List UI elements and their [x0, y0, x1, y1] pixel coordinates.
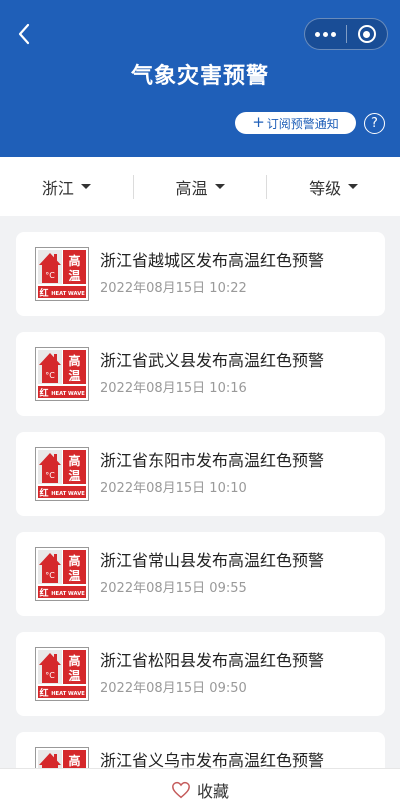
svg-text:°C: °C — [45, 371, 55, 380]
filter-type[interactable]: 高温 — [134, 157, 267, 216]
header-bar: 气象灾害预警 + 订阅预警通知 ? — [0, 0, 400, 157]
filter-level[interactable]: 等级 — [267, 157, 400, 216]
target-circle-icon — [357, 25, 376, 43]
svg-text:红: 红 — [39, 287, 48, 299]
alert-title: 浙江省东阳市发布高温红色预警 — [100, 451, 325, 470]
svg-text:高: 高 — [68, 553, 80, 568]
favorite-button[interactable]: 收藏 — [197, 778, 229, 802]
alert-title: 浙江省常山县发布高温红色预警 — [100, 551, 325, 570]
svg-text:°C: °C — [45, 471, 55, 480]
question-icon: ? — [371, 116, 378, 131]
help-button[interactable]: ? — [364, 113, 385, 134]
filter-region[interactable]: 浙江 — [0, 157, 133, 216]
svg-text:温: 温 — [68, 569, 80, 583]
svg-text:HEAT WAVE: HEAT WAVE — [51, 691, 85, 697]
chevron-left-icon — [18, 23, 30, 45]
svg-text:°C: °C — [45, 671, 55, 680]
plus-icon: + — [252, 113, 265, 131]
svg-text:红: 红 — [39, 387, 48, 399]
filter-region-label: 浙江 — [41, 178, 74, 198]
heat-wave-red-warning-icon: °C 高 温 红 HEAT WAVE — [35, 547, 89, 601]
svg-text:温: 温 — [68, 369, 80, 383]
svg-text:温: 温 — [68, 269, 80, 283]
alert-time: 2022年08月15日 09:55 — [100, 581, 247, 596]
svg-text:高: 高 — [68, 753, 80, 768]
svg-text:高: 高 — [68, 353, 80, 368]
alert-list: °C 高 温 红 HEAT WAVE 浙江省越城区发布高温红色预警 2022年0… — [16, 232, 385, 811]
alert-card[interactable]: °C 高 温 红 HEAT WAVE 浙江省松阳县发布高温红色预警 2022年0… — [16, 632, 385, 716]
svg-text:红: 红 — [39, 687, 48, 699]
alert-time: 2022年08月15日 10:10 — [100, 481, 247, 496]
svg-text:红: 红 — [39, 487, 48, 499]
filter-type-label: 高温 — [175, 178, 208, 198]
heat-wave-red-warning-icon: °C 高 温 红 HEAT WAVE — [35, 347, 89, 401]
svg-text:高: 高 — [68, 453, 80, 468]
svg-text:HEAT WAVE: HEAT WAVE — [51, 591, 85, 597]
page-title: 气象灾害预警 — [130, 64, 269, 89]
svg-text:HEAT WAVE: HEAT WAVE — [51, 291, 85, 297]
miniprogram-capsule — [304, 18, 388, 50]
svg-text:高: 高 — [68, 253, 80, 268]
filter-level-label: 等级 — [309, 178, 342, 198]
svg-text:°C: °C — [45, 571, 55, 580]
heart-icon — [172, 781, 190, 799]
alert-time: 2022年08月15日 09:50 — [100, 681, 247, 696]
svg-text:HEAT WAVE: HEAT WAVE — [51, 391, 85, 397]
alert-time: 2022年08月15日 10:16 — [100, 381, 247, 396]
alert-card[interactable]: °C 高 温 红 HEAT WAVE 浙江省常山县发布高温红色预警 2022年0… — [16, 532, 385, 616]
svg-text:温: 温 — [68, 469, 80, 483]
subscribe-label: 订阅预警通知 — [266, 116, 339, 131]
heat-wave-red-warning-icon: °C 高 温 红 HEAT WAVE — [35, 447, 89, 501]
alert-time: 2022年08月15日 10:22 — [100, 281, 247, 296]
back-button[interactable] — [10, 20, 38, 48]
caret-down-icon — [348, 184, 359, 189]
svg-text:HEAT WAVE: HEAT WAVE — [51, 491, 85, 497]
alert-card[interactable]: °C 高 温 红 HEAT WAVE 浙江省东阳市发布高温红色预警 2022年0… — [16, 432, 385, 516]
caret-down-icon — [80, 184, 91, 189]
svg-text:红: 红 — [39, 587, 48, 599]
svg-text:°C: °C — [45, 271, 55, 280]
more-button[interactable] — [305, 19, 346, 49]
alert-title: 浙江省武义县发布高温红色预警 — [100, 351, 325, 370]
subscribe-button[interactable]: + 订阅预警通知 — [235, 112, 356, 134]
alert-card[interactable]: °C 高 温 红 HEAT WAVE 浙江省越城区发布高温红色预警 2022年0… — [16, 232, 385, 316]
close-miniprogram-button[interactable] — [347, 19, 388, 49]
alert-title: 浙江省越城区发布高温红色预警 — [100, 251, 325, 270]
heat-wave-red-warning-icon: °C 高 温 红 HEAT WAVE — [35, 247, 89, 301]
caret-down-icon — [214, 184, 225, 189]
more-dots-icon — [314, 31, 336, 37]
alert-card[interactable]: °C 高 温 红 HEAT WAVE 浙江省武义县发布高温红色预警 2022年0… — [16, 332, 385, 416]
svg-text:高: 高 — [68, 653, 80, 668]
alert-title: 浙江省松阳县发布高温红色预警 — [100, 651, 325, 670]
bottom-bar: 收藏 — [0, 768, 400, 811]
heat-wave-red-warning-icon: °C 高 温 红 HEAT WAVE — [35, 647, 89, 701]
svg-text:温: 温 — [68, 669, 80, 683]
filter-bar: 浙江 高温 等级 — [0, 157, 400, 216]
